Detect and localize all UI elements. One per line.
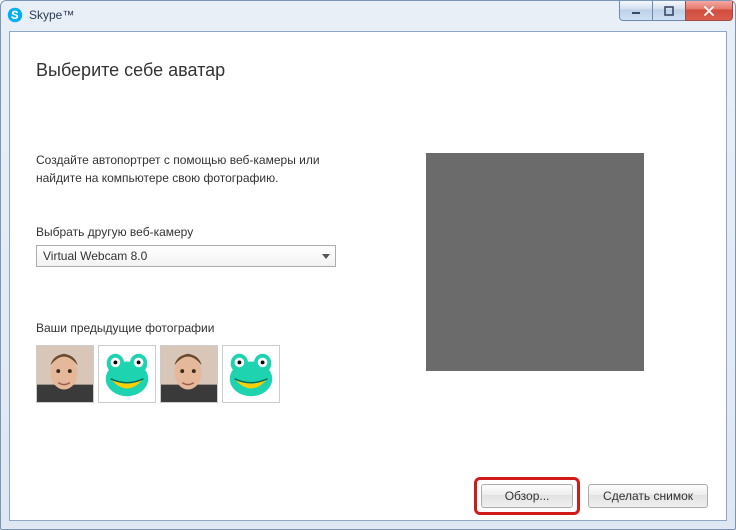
- close-button[interactable]: [685, 1, 733, 21]
- previous-photos: [36, 345, 366, 403]
- client-area: Выберите себе аватар Создайте автопортре…: [9, 31, 727, 521]
- highlight-annotation: Обзор...: [474, 477, 580, 515]
- take-snapshot-button[interactable]: Сделать снимок: [588, 484, 708, 508]
- avatar-thumb[interactable]: [160, 345, 218, 403]
- avatar-thumb[interactable]: [98, 345, 156, 403]
- maximize-button[interactable]: [652, 1, 686, 21]
- titlebar: Skype™: [1, 1, 735, 29]
- dialog-content: Выберите себе аватар Создайте автопортре…: [10, 32, 726, 520]
- webcam-preview: [426, 153, 644, 371]
- skype-icon: [7, 7, 23, 23]
- avatar-thumb[interactable]: [222, 345, 280, 403]
- window-controls: [620, 1, 733, 21]
- page-heading: Выберите себе аватар: [36, 60, 700, 81]
- dialog-footer: Обзор... Сделать снимок: [10, 472, 726, 520]
- webcam-select-label: Выбрать другую веб-камеру: [36, 225, 366, 239]
- webcam-select[interactable]: Virtual Webcam 8.0: [36, 245, 336, 267]
- chevron-down-icon: [317, 246, 335, 266]
- app-window: Skype™ Выберите себе аватар Создайте авт…: [0, 0, 736, 530]
- browse-button[interactable]: Обзор...: [481, 484, 573, 508]
- webcam-select-value: Virtual Webcam 8.0: [43, 249, 147, 263]
- avatar-thumb[interactable]: [36, 345, 94, 403]
- minimize-button[interactable]: [619, 1, 653, 21]
- instruction-text: Создайте автопортрет с помощью веб-камер…: [36, 151, 366, 187]
- previous-photos-label: Ваши предыдущие фотографии: [36, 321, 366, 335]
